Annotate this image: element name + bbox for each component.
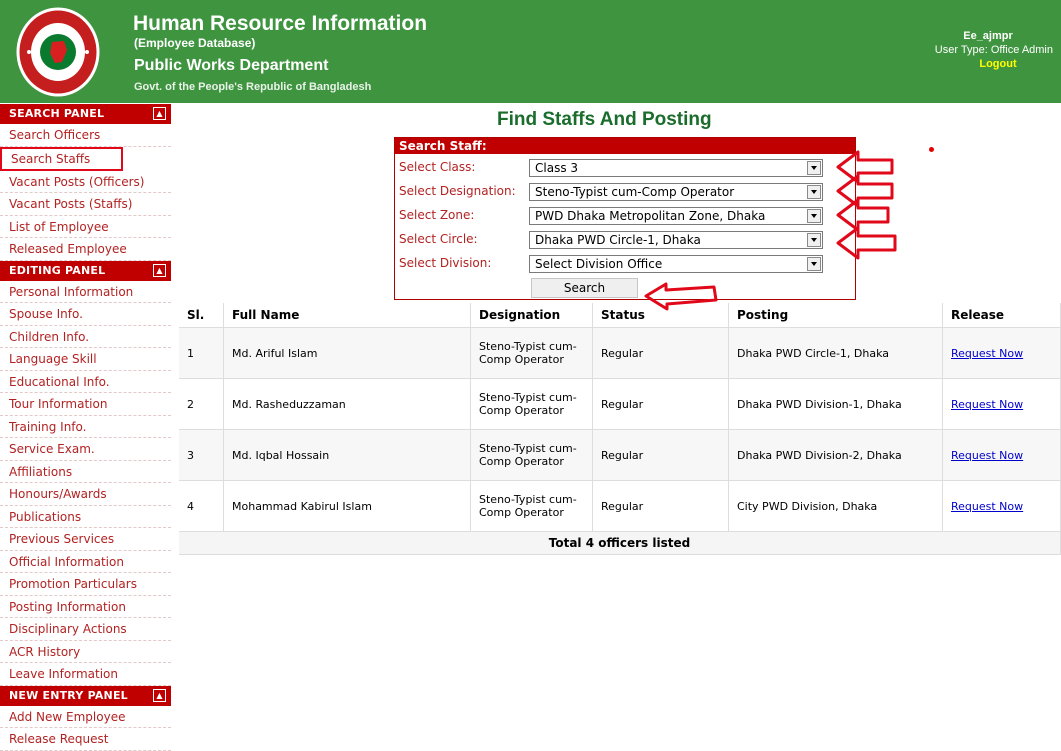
red-arrow-icon <box>836 174 894 208</box>
annotation-arrows <box>644 150 897 311</box>
red-arrow-icon <box>836 150 894 184</box>
red-arrow-icon <box>836 226 897 260</box>
red-arrow-icon <box>644 282 718 311</box>
red-arrow-icon <box>836 198 890 232</box>
